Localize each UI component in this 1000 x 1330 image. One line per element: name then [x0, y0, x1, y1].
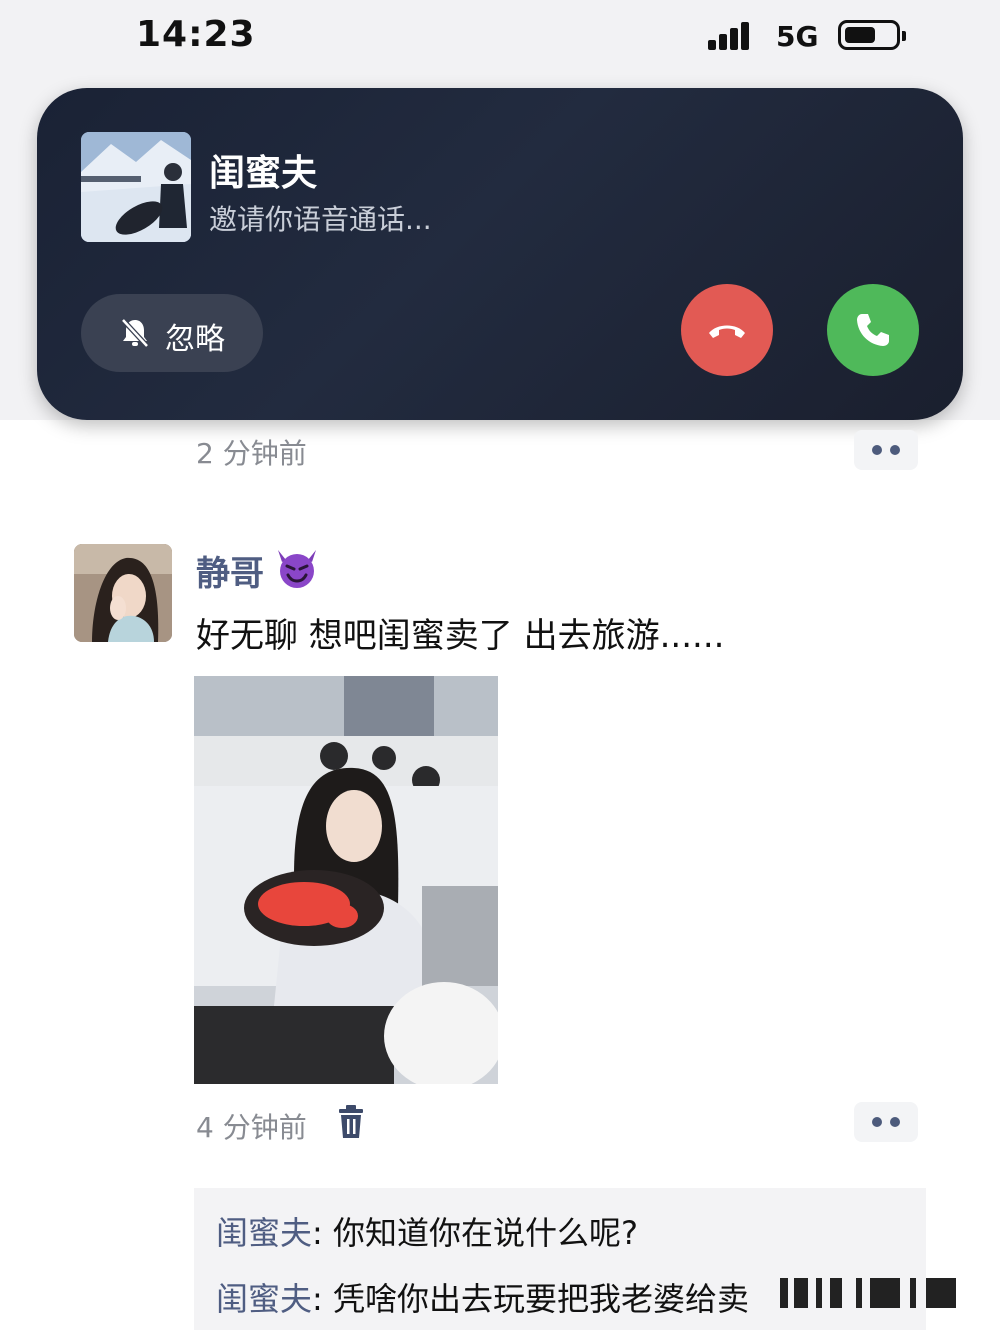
smiling-devil-emoji — [278, 550, 316, 588]
poster-avatar[interactable] — [74, 544, 172, 642]
ignore-button[interactable]: 忽略 — [81, 294, 263, 372]
battery-icon — [838, 20, 906, 50]
post-photo[interactable] — [194, 676, 498, 1084]
more-button[interactable] — [854, 430, 918, 470]
more-button[interactable] — [854, 1102, 918, 1142]
comment-text: 你知道你在说什么呢? — [332, 1214, 638, 1252]
ignore-label: 忽略 — [165, 322, 225, 357]
trash-icon[interactable] — [336, 1104, 366, 1140]
post-text: 好无聊 想吧闺蜜卖了 出去旅游...... — [196, 616, 725, 656]
comment-author[interactable]: 闺蜜夫 — [216, 1280, 312, 1318]
accept-call-button[interactable] — [827, 284, 919, 376]
status-bar: 14:23 5G — [0, 0, 1000, 80]
comment-separator: : — [312, 1214, 333, 1252]
post-timestamp: 4 分钟前 — [196, 1111, 307, 1144]
comment-item[interactable]: 闺蜜夫: 你知道你在说什么呢? — [216, 1208, 638, 1254]
redaction-bars — [760, 1278, 980, 1308]
decline-call-button[interactable] — [681, 284, 773, 376]
status-time: 14:23 — [136, 14, 256, 55]
signal-strength-icon — [708, 20, 760, 50]
comment-author[interactable]: 闺蜜夫 — [216, 1214, 312, 1252]
comment-separator: : — [312, 1280, 333, 1318]
caller-name: 闺蜜夫 — [209, 153, 318, 194]
poster-name[interactable]: 静哥 — [196, 546, 264, 595]
phone-accept-icon — [857, 314, 889, 346]
incoming-call-banner[interactable]: 闺蜜夫 邀请你语音通话... 忽略 — [37, 88, 963, 420]
comment-text: 凭啥你出去玩要把我老婆给卖 — [332, 1280, 749, 1318]
comments-panel: 闺蜜夫: 你知道你在说什么呢? 闺蜜夫: 凭啥你出去玩要把我老婆给卖 — [194, 1188, 926, 1330]
caller-avatar — [81, 132, 191, 242]
bell-muted-icon — [121, 318, 149, 348]
post-timestamp: 2 分钟前 — [196, 437, 307, 470]
hang-up-icon — [709, 325, 745, 338]
network-type: 5G — [776, 20, 819, 53]
comment-item[interactable]: 闺蜜夫: 凭啥你出去玩要把我老婆给卖 — [216, 1274, 749, 1320]
call-status-text: 邀请你语音通话... — [209, 203, 432, 236]
